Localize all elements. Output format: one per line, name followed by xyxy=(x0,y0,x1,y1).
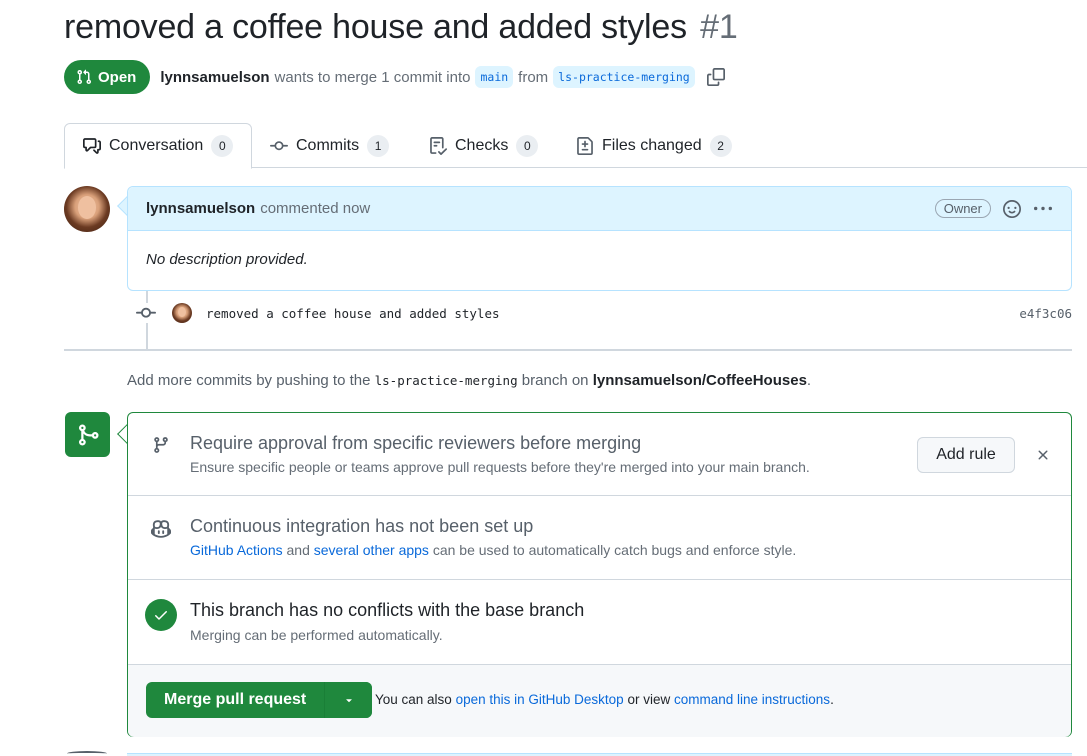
merge-text: wants to merge 1 commit into xyxy=(274,68,471,86)
tab-label: Checks xyxy=(455,136,509,154)
conflicts-section: This branch has no conflicts with the ba… xyxy=(128,580,1071,665)
pr-number: #1 xyxy=(700,8,738,46)
branch-rule-section: Require approval from specific reviewers… xyxy=(128,413,1071,496)
merge-alternatives-text: You can also open this in GitHub Desktop… xyxy=(375,692,834,707)
page-title: removed a coffee house and added styles … xyxy=(64,8,738,47)
copilot-icon xyxy=(146,514,176,544)
comment-box: lynnsamuelson commented now Owner No des… xyxy=(127,186,1072,291)
tab-label: Commits xyxy=(296,136,360,154)
git-merge-icon xyxy=(65,412,110,457)
tab-counter: 1 xyxy=(367,134,390,157)
tab-conversation[interactable]: Conversation 0 xyxy=(64,123,253,169)
checklist-icon xyxy=(429,136,447,155)
conflicts-description: Merging can be performed automatically. xyxy=(190,627,443,643)
merge-box: Require approval from specific reviewers… xyxy=(127,412,1072,737)
conflicts-title: This branch has no conflicts with the ba… xyxy=(190,600,585,620)
push-note-suffix: . xyxy=(806,372,812,389)
timeline-divider xyxy=(64,349,1072,351)
footer-text-2: or view xyxy=(627,692,671,707)
git-commit-icon xyxy=(270,137,288,155)
comment-author-link[interactable]: lynnsamuelson xyxy=(146,200,255,217)
check-status xyxy=(144,598,178,632)
tab-counter: 0 xyxy=(211,135,234,157)
copy-icon[interactable] xyxy=(706,67,726,87)
smiley-icon[interactable] xyxy=(1003,199,1021,218)
pr-title: removed a coffee house and added styles xyxy=(64,8,687,46)
push-note-middle: branch on xyxy=(521,372,589,389)
github-actions-link[interactable]: GitHub Actions xyxy=(190,542,283,558)
timeline-commit: removed a coffee house and added styles … xyxy=(136,300,1072,326)
avatar xyxy=(67,751,107,756)
tab-commits[interactable]: Commits 1 xyxy=(252,123,407,168)
commit-sha-link[interactable]: e4f3c06 xyxy=(1019,306,1072,321)
comment-body: No description provided. xyxy=(146,251,308,268)
from-text: from xyxy=(518,68,549,86)
footer-text-1: You can also xyxy=(375,692,452,707)
x-icon[interactable] xyxy=(1033,445,1053,465)
tab-label: Conversation xyxy=(109,137,204,154)
tab-counter: 2 xyxy=(709,134,732,157)
comment-header: lynnsamuelson commented now Owner xyxy=(128,187,1071,231)
comment-timestamp[interactable]: commented now xyxy=(260,200,370,217)
git-commit-icon xyxy=(136,303,156,323)
base-branch[interactable]: main xyxy=(475,66,514,88)
ci-description: GitHub Actions and several other apps ca… xyxy=(190,542,796,558)
owner-badge: Owner xyxy=(934,199,991,218)
triangle-down-icon[interactable] xyxy=(325,682,373,718)
tab-label: Files changed xyxy=(602,136,702,154)
merge-button-group: Merge pull request xyxy=(146,682,373,718)
pr-tabs: Conversation 0 Commits 1 Checks 0 Files … xyxy=(64,123,1087,169)
tab-files-changed[interactable]: Files changed 2 xyxy=(558,123,750,168)
push-note-repo[interactable]: lynnsamuelson/CoffeeHouses xyxy=(593,372,807,389)
push-note: Add more commits by pushing to the ls-pr… xyxy=(127,372,811,389)
pr-meta: Open lynnsamuelson wants to merge 1 comm… xyxy=(64,60,726,94)
push-note-prefix: Add more commits by pushing to the xyxy=(127,372,371,389)
git-branch-icon xyxy=(146,430,176,460)
pull-request-icon xyxy=(76,69,92,85)
ci-and-text: and xyxy=(286,542,310,558)
kebab-horizontal-icon[interactable] xyxy=(1033,200,1053,218)
avatar[interactable] xyxy=(64,186,110,232)
status-label: Open xyxy=(98,68,137,86)
add-rule-button[interactable]: Add rule xyxy=(917,437,1015,473)
head-branch[interactable]: ls-practice-merging xyxy=(553,66,695,88)
push-note-branch: ls-practice-merging xyxy=(374,373,518,388)
ci-title: Continuous integration has not been set … xyxy=(190,516,534,536)
command-line-link[interactable]: command line instructions xyxy=(674,692,830,707)
merge-pull-request-button[interactable]: Merge pull request xyxy=(146,682,326,718)
ci-desc-rest: can be used to automatically catch bugs … xyxy=(432,542,797,558)
file-diff-icon xyxy=(576,136,594,155)
ci-section: Continuous integration has not been set … xyxy=(128,496,1071,580)
avatar[interactable] xyxy=(172,303,192,323)
rule-title: Require approval from specific reviewers… xyxy=(190,433,642,453)
rule-description: Ensure specific people or teams approve … xyxy=(190,459,810,475)
status-badge: Open xyxy=(64,60,151,94)
check-icon xyxy=(145,599,177,631)
footer-text-3: . xyxy=(830,692,834,707)
github-desktop-link[interactable]: open this in GitHub Desktop xyxy=(456,692,624,707)
tab-counter: 0 xyxy=(516,134,539,157)
comment-discussion-icon xyxy=(83,137,101,155)
merge-footer: Merge pull request You can also open thi… xyxy=(128,665,1071,737)
pr-author-link[interactable]: lynnsamuelson xyxy=(160,69,269,86)
tab-checks[interactable]: Checks 0 xyxy=(411,123,556,168)
other-apps-link[interactable]: several other apps xyxy=(314,542,429,558)
commit-message-link[interactable]: removed a coffee house and added styles xyxy=(206,306,500,321)
